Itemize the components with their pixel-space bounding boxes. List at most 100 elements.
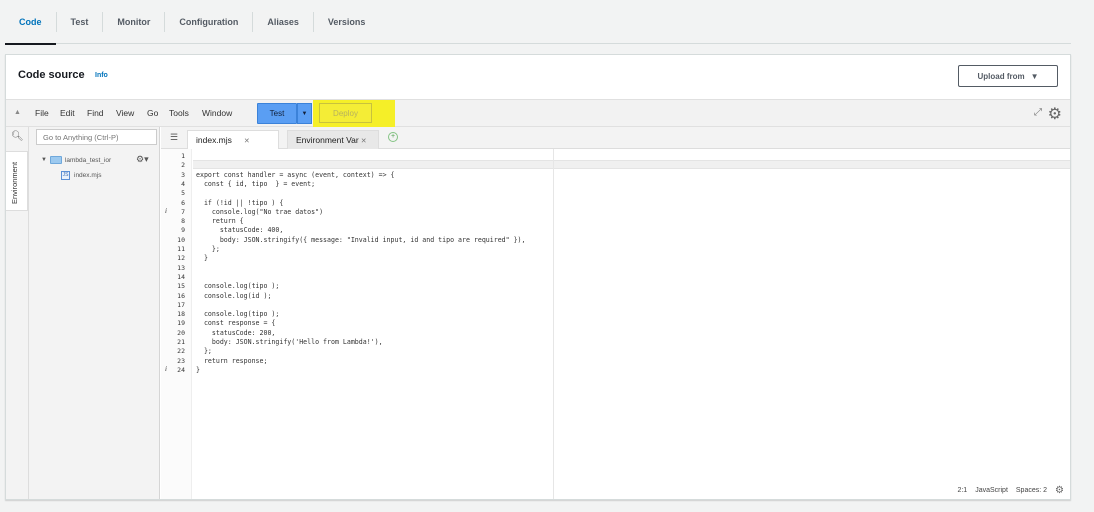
- line-number: 8: [181, 217, 185, 226]
- expand-arrow-icon[interactable]: ▼: [41, 157, 47, 163]
- code-line[interactable]: }: [196, 254, 208, 262]
- menu-edit[interactable]: Edit: [60, 108, 75, 118]
- editor-tab-label: Environment Var: [296, 135, 359, 145]
- editor-tabs: ☰ index.mjs ✕ Environment Var ✕ +: [161, 127, 1070, 149]
- gear-icon[interactable]: ⚙: [1055, 485, 1064, 496]
- line-number: 1: [181, 152, 185, 160]
- sidebar-strip: 🔍︎ Environment: [6, 127, 29, 499]
- tab-code[interactable]: Code: [5, 11, 57, 45]
- test-dropdown-button[interactable]: ▼: [297, 103, 312, 124]
- print-margin: [553, 149, 554, 499]
- close-icon[interactable]: ✕: [244, 138, 250, 145]
- line-number: 6: [181, 198, 185, 207]
- info-hint-icon[interactable]: i: [165, 365, 167, 373]
- line-number: 22: [177, 347, 185, 356]
- fullscreen-icon[interactable]: ⤢: [1034, 107, 1042, 118]
- tree-settings-gear-icon[interactable]: ⚙▾: [136, 154, 149, 165]
- line-number: 24: [177, 365, 185, 374]
- line-number: 9: [181, 226, 185, 235]
- file-tree: ▼ lambda_test_ior ⚙▾ JS index.mjs: [29, 127, 160, 499]
- tab-aliases[interactable]: Aliases: [253, 11, 314, 32]
- code-line[interactable]: console.log(tipo );: [196, 282, 279, 290]
- line-number: 11: [177, 245, 185, 253]
- code-line[interactable]: const { id, tipo } = event;: [196, 180, 315, 188]
- tree-folder[interactable]: ▼ lambda_test_ior: [41, 156, 111, 164]
- code-line[interactable]: body: JSON.stringify({ message: "Invalid…: [196, 236, 526, 244]
- code-editor[interactable]: 1 2 3 4 5 6 7 i 8 9 10 11 12 13 14 15 16 17 18 19 20 21 22 23 24…: [161, 149, 1070, 499]
- line-number: 12: [177, 254, 185, 263]
- code-line[interactable]: return response;: [196, 357, 268, 365]
- code-line[interactable]: const response = {: [196, 319, 275, 327]
- info-link[interactable]: Info: [95, 72, 108, 79]
- tree-file[interactable]: JS index.mjs: [61, 171, 101, 180]
- code-line[interactable]: body: JSON.stringify('Hello from Lambda!…: [196, 338, 383, 346]
- tab-configuration[interactable]: Configuration: [165, 11, 254, 32]
- environment-label: Environment: [10, 161, 19, 204]
- js-file-icon: JS: [61, 171, 70, 180]
- indent-setting[interactable]: Spaces: 2: [1016, 487, 1047, 494]
- code-line[interactable]: console.log(tipo );: [196, 310, 279, 318]
- cursor-position[interactable]: 2:1: [957, 487, 967, 494]
- code-line[interactable]: statusCode: 200,: [196, 329, 276, 337]
- editor-tab-environment[interactable]: Environment Var ✕: [287, 130, 379, 149]
- caret-down-icon: ▼: [301, 110, 308, 117]
- tab-list-icon[interactable]: ☰: [170, 132, 178, 143]
- menu-file[interactable]: File: [35, 108, 49, 118]
- code-line[interactable]: export const handler = async (event, con…: [196, 171, 395, 179]
- info-hint-icon[interactable]: i: [165, 207, 167, 215]
- line-number: 5: [181, 189, 185, 198]
- code-line[interactable]: };: [196, 245, 220, 253]
- menu-find[interactable]: Find: [87, 108, 104, 118]
- code-line[interactable]: }: [196, 366, 200, 374]
- line-number: 10: [177, 235, 185, 244]
- line-number: 23: [177, 356, 185, 365]
- test-button[interactable]: Test: [257, 103, 297, 124]
- code-line[interactable]: return {: [196, 217, 244, 225]
- upload-from-button[interactable]: Upload from ▼: [958, 65, 1058, 87]
- panel-header: Code source Info Upload from ▼: [6, 55, 1070, 99]
- caret-down-icon: ▼: [1030, 71, 1039, 81]
- status-bar: 2:1 JavaScript Spaces: 2 ⚙: [957, 485, 1064, 496]
- goto-anything-input[interactable]: [36, 129, 157, 145]
- editor-tab-index[interactable]: index.mjs ✕: [187, 130, 279, 149]
- menu-go[interactable]: Go: [147, 108, 158, 118]
- tab-monitor[interactable]: Monitor: [103, 11, 166, 32]
- line-number: 15: [177, 282, 185, 291]
- line-gutter: 1 2 3 4 5 6 7 i 8 9 10 11 12 13 14 15 16 17 18 19 20 21 22 23 24…: [161, 149, 192, 499]
- line-number: 19: [177, 319, 185, 328]
- deploy-button[interactable]: Deploy: [319, 103, 372, 123]
- menu-view[interactable]: View: [116, 108, 134, 118]
- line-number: 20: [177, 328, 185, 337]
- code-line[interactable]: console.log("No trae datos"): [196, 208, 323, 216]
- search-icon[interactable]: 🔍︎: [11, 131, 24, 142]
- file-name: index.mjs: [74, 172, 102, 179]
- folder-icon: [49, 156, 62, 164]
- language-mode[interactable]: JavaScript: [975, 487, 1008, 494]
- code-line[interactable]: };: [196, 347, 212, 355]
- line-number: 17: [177, 300, 185, 309]
- code-line[interactable]: console.log(id );: [196, 292, 272, 300]
- close-icon[interactable]: ✕: [361, 138, 367, 145]
- menu-window[interactable]: Window: [202, 108, 232, 118]
- environment-tab[interactable]: Environment: [6, 151, 28, 211]
- code-line[interactable]: if (!id || !tipo ) {: [196, 199, 283, 207]
- tab-test[interactable]: Test: [57, 11, 104, 32]
- code-source-panel: Code source Info Upload from ▼ ▲ File Ed…: [5, 54, 1071, 500]
- line-number: 16: [177, 291, 185, 300]
- line-number: 3: [181, 170, 185, 179]
- tab-versions[interactable]: Versions: [314, 12, 380, 32]
- line-number: 14: [177, 272, 185, 281]
- editor-tab-label: index.mjs: [196, 135, 232, 145]
- add-tab-icon[interactable]: +: [388, 132, 398, 142]
- panel-title: Code source: [18, 69, 85, 81]
- upload-from-label: Upload from: [977, 71, 1025, 81]
- code-line[interactable]: statusCode: 400,: [196, 226, 284, 234]
- function-tabs: Code Test Monitor Configuration Aliases …: [5, 0, 1071, 45]
- gear-icon[interactable]: ⚙: [1048, 104, 1062, 124]
- ide-toolbar: ▲ File Edit Find View Go Tools Window Te…: [6, 99, 1070, 127]
- collapse-arrow-icon[interactable]: ▲: [14, 109, 21, 116]
- line-number: 21: [177, 338, 185, 346]
- current-line-highlight: [193, 160, 1070, 169]
- menu-tools[interactable]: Tools: [169, 108, 189, 118]
- line-number: 4: [181, 179, 185, 188]
